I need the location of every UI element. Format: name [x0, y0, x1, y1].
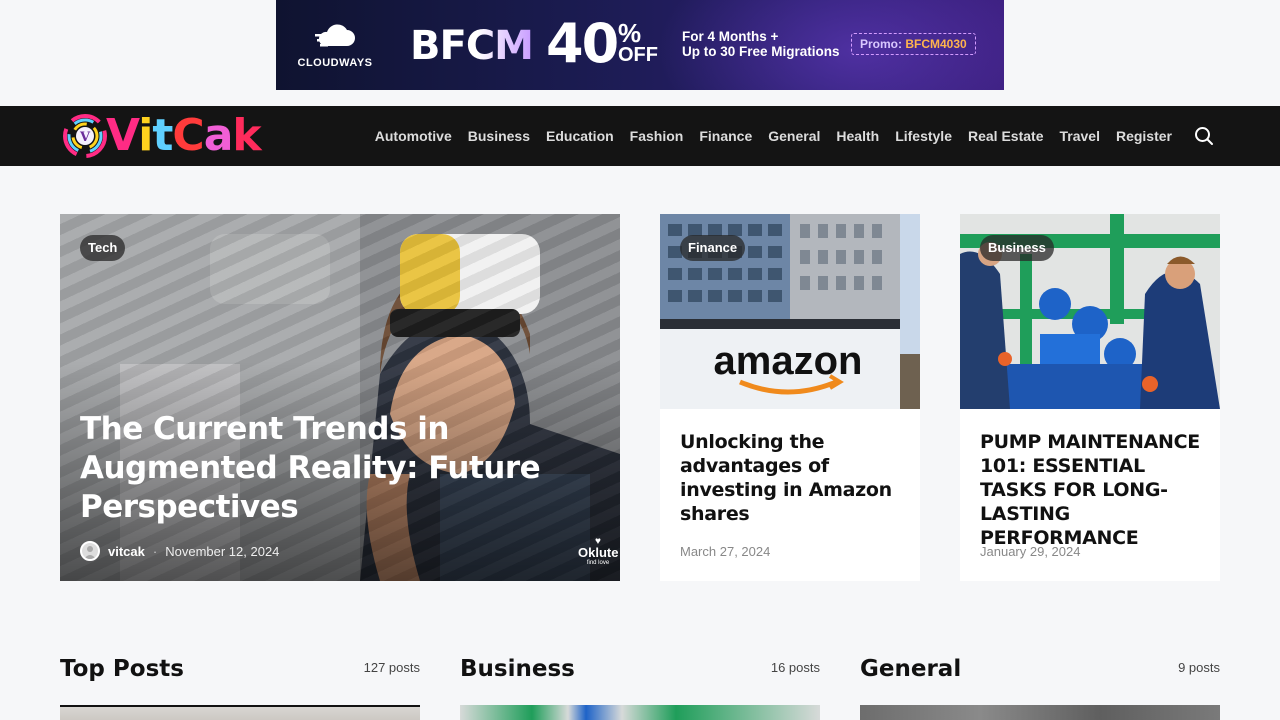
discount-number: 40: [546, 12, 619, 75]
site-logo[interactable]: V VitCak: [60, 110, 262, 162]
offer-line-1: For 4 Months +: [682, 29, 779, 44]
image-watermark: ♥ Oklute find love: [578, 536, 618, 569]
section-post-count: 9 posts: [1178, 660, 1220, 675]
category-badge-tech[interactable]: Tech: [80, 235, 126, 261]
offer-line-2: Up to 30 Free Migrations: [682, 44, 840, 59]
menu-item-register[interactable]: Register: [1116, 128, 1172, 144]
menu-item-business[interactable]: Business: [468, 128, 530, 144]
menu-item-finance[interactable]: Finance: [699, 128, 752, 144]
section-title[interactable]: Business: [460, 650, 820, 688]
menu-item-lifestyle[interactable]: Lifestyle: [895, 128, 952, 144]
percent-sign: %: [618, 18, 642, 48]
logo-letter: V: [79, 130, 91, 145]
cloudways-logo: CLOUDWAYS: [296, 24, 374, 71]
card-title[interactable]: PUMP MAINTENANCE 101: ESSENTIAL TASKS FO…: [980, 430, 1205, 550]
section-post-count: 127 posts: [363, 660, 420, 675]
logo-char: k: [232, 110, 261, 161]
section-general: General 9 posts: [860, 650, 1220, 720]
menu-item-general[interactable]: General: [768, 128, 820, 144]
promo-label: Promo:: [860, 37, 902, 51]
logo-char: V: [106, 110, 139, 161]
user-icon: [84, 546, 96, 559]
cloudways-brand: CLOUDWAYS: [297, 57, 373, 69]
section-post-count: 16 posts: [770, 660, 820, 675]
section-thumbnail[interactable]: [860, 705, 1220, 720]
menu-item-fashion[interactable]: Fashion: [630, 128, 684, 144]
ad-area: CLOUDWAYS BFCM 40 % OFF For 4 Months + U…: [0, 0, 1280, 106]
menu-item-real-estate[interactable]: Real Estate: [968, 128, 1043, 144]
offer-text: For 4 Months + Up to 30 Free Migrations: [682, 29, 840, 59]
promo-box: Promo: BFCM4030: [851, 33, 976, 55]
category-badge-finance[interactable]: Finance: [680, 235, 746, 261]
section-business: Business 16 posts: [460, 650, 820, 720]
hero-title[interactable]: The Current Trends in Augmented Reality:…: [80, 410, 550, 527]
hero-meta: vitcak · November 12, 2024: [80, 541, 279, 561]
menu-item-education[interactable]: Education: [546, 128, 614, 144]
author-avatar[interactable]: [80, 541, 100, 561]
menu-item-health[interactable]: Health: [836, 128, 879, 144]
off-text: OFF: [618, 44, 658, 66]
bfcm-text: BFCM: [410, 23, 534, 69]
section-thumbnail[interactable]: [60, 705, 420, 720]
logo-char: a: [203, 110, 234, 161]
author-name[interactable]: vitcak: [108, 544, 145, 559]
section-title[interactable]: General: [860, 650, 1220, 688]
search-icon[interactable]: [1192, 124, 1216, 148]
logo-char: i: [138, 110, 153, 161]
logo-char: t: [152, 110, 173, 161]
logo-char: C: [172, 110, 204, 161]
card-title[interactable]: Unlocking the advantages of investing in…: [680, 430, 905, 526]
main-navbar: V VitCak Automotive Business Education F…: [0, 106, 1280, 166]
category-badge-business[interactable]: Business: [980, 235, 1054, 261]
cloud-icon: [315, 24, 355, 47]
logo-text: VitCak: [106, 110, 262, 162]
section-top-posts: Top Posts 127 posts: [60, 650, 420, 720]
menu-item-travel[interactable]: Travel: [1059, 128, 1099, 144]
card-date: March 27, 2024: [680, 544, 771, 559]
off-label: % OFF: [618, 18, 666, 66]
featured-card-business[interactable]: Business PUMP MAINTENANCE 101: ESSENTIAL…: [960, 214, 1220, 581]
promo-code: BFCM4030: [905, 37, 967, 51]
card-date: January 29, 2024: [980, 544, 1081, 559]
featured-hero-post[interactable]: Tech The Current Trends in Augmented Rea…: [60, 214, 620, 581]
main-menu: Automotive Business Education Fashion Fi…: [359, 106, 1172, 166]
ad-banner[interactable]: CLOUDWAYS BFCM 40 % OFF For 4 Months + U…: [276, 0, 1004, 90]
meta-separator: ·: [152, 543, 158, 559]
menu-item-automotive[interactable]: Automotive: [375, 128, 452, 144]
featured-card-finance[interactable]: amazon Finance Unlocking the advantages …: [660, 214, 920, 581]
logo-swirl-icon: V: [63, 114, 107, 158]
section-thumbnail[interactable]: [460, 705, 820, 720]
amazon-sign-text: amazon: [714, 339, 863, 383]
post-date: November 12, 2024: [165, 543, 280, 559]
